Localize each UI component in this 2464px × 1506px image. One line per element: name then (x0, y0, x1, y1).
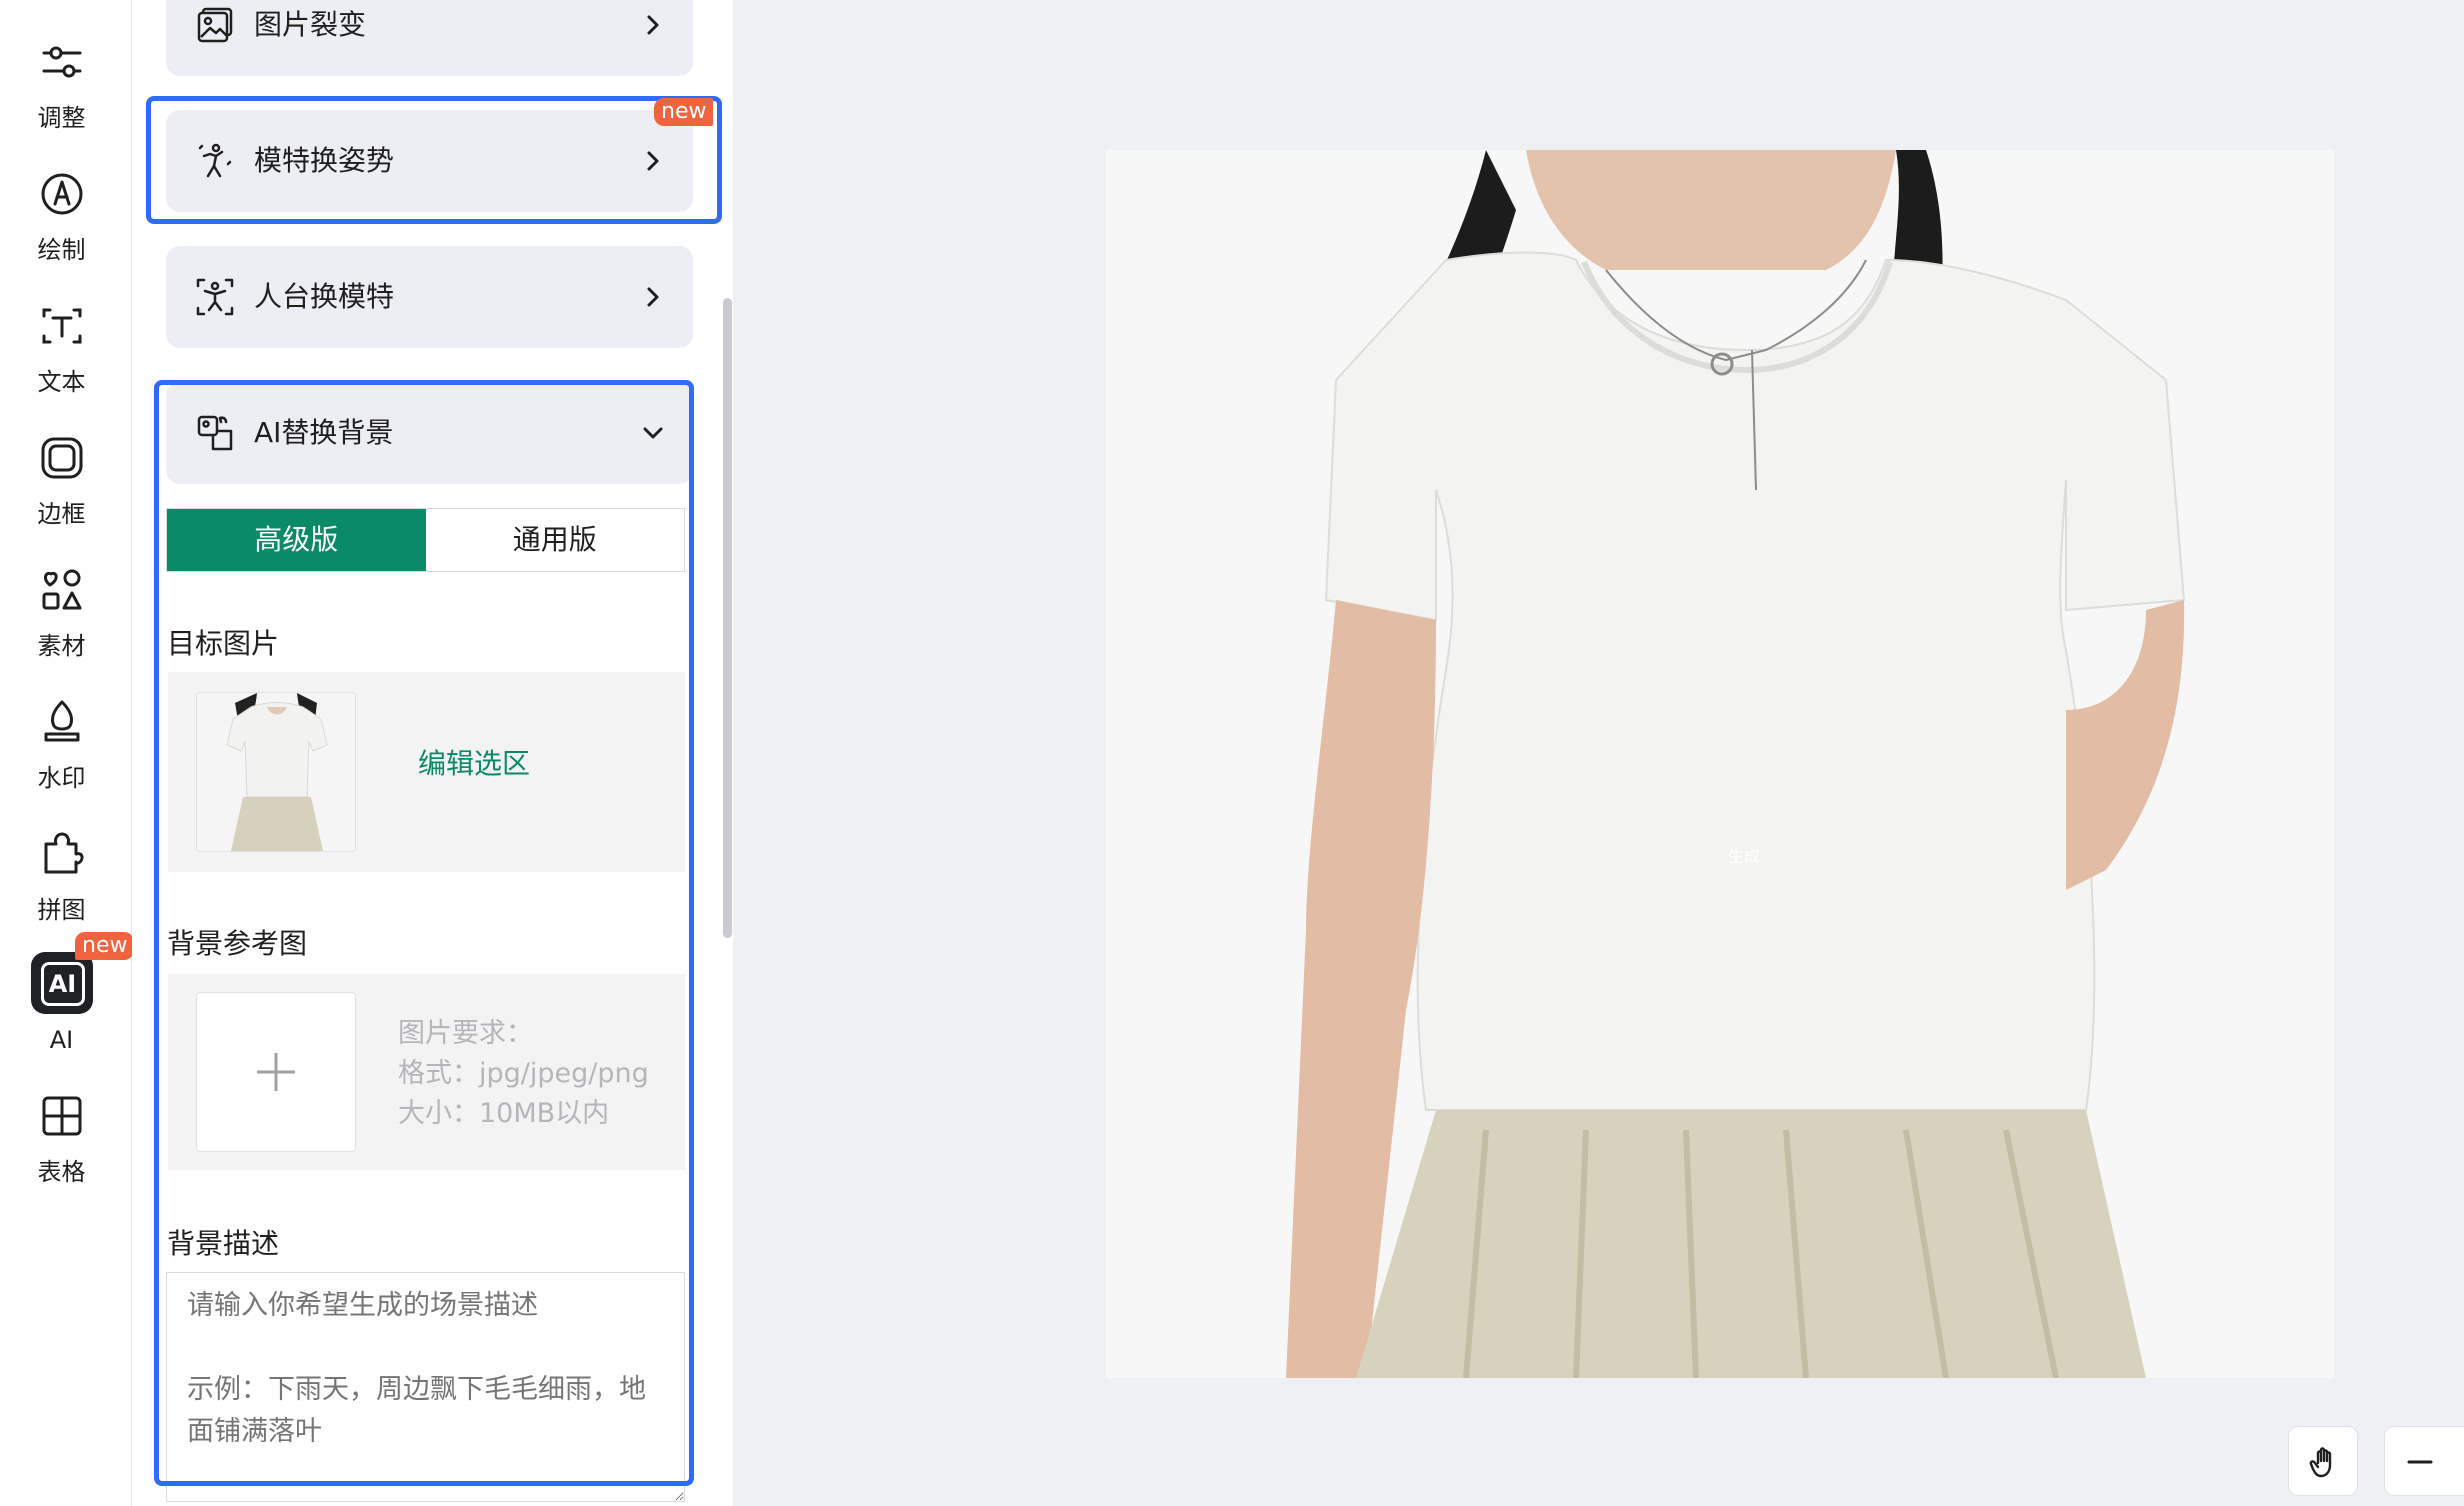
rail-label: 素材 (37, 632, 86, 660)
new-badge: new (654, 98, 714, 126)
card-title: 图片裂变 (254, 8, 367, 41)
zoom-out-button[interactable] (2384, 1426, 2464, 1496)
watermark-text: 生成 (1728, 848, 1760, 866)
new-badge: new (75, 932, 135, 960)
rail-label: 文本 (37, 368, 86, 396)
rail-label: AI (49, 1026, 74, 1054)
draw-icon (36, 168, 88, 220)
rail-item-puzzle[interactable]: 拼图 (0, 828, 123, 925)
watermark-icon (36, 696, 88, 748)
material-icon (36, 564, 88, 616)
chevron-right-icon (639, 11, 667, 39)
tool-rail: 调整 绘制 文本 边框 素材 水印 拼图 AI new AI 表格 (0, 0, 135, 1506)
highlight-frame (154, 380, 694, 1486)
highlight-frame (146, 96, 722, 224)
ai-icon: AI (30, 952, 93, 1014)
ai-icon-label: AI (40, 962, 85, 1006)
rail-label: 拼图 (37, 896, 86, 924)
table-icon (36, 1090, 88, 1142)
rail-item-material[interactable]: 素材 (0, 564, 123, 661)
rail-item-draw[interactable]: 绘制 (0, 168, 123, 265)
rail-label: 表格 (37, 1158, 86, 1186)
pan-hand-button[interactable] (2288, 1426, 2358, 1496)
rail-item-watermark[interactable]: 水印 (0, 696, 123, 793)
rail-item-text[interactable]: 文本 (0, 300, 123, 397)
sliders-icon (36, 36, 88, 88)
card-title: 人台换模特 (254, 280, 395, 313)
puzzle-icon (36, 828, 88, 880)
minus-icon (2407, 1460, 2433, 1464)
card-mannequin-model[interactable]: 人台换模特 (166, 246, 693, 348)
rail-item-adjust[interactable]: 调整 (0, 36, 123, 133)
rail-label: 水印 (37, 764, 86, 792)
border-icon (36, 432, 88, 484)
mannequin-icon (196, 278, 234, 316)
image-icon (196, 6, 234, 44)
rail-item-ai[interactable]: AI new AI (0, 932, 135, 1054)
rail-label: 边框 (37, 500, 86, 528)
rail-label: 绘制 (37, 236, 86, 264)
rail-label: 调整 (37, 104, 86, 132)
model-photo: 生成 (1106, 150, 2334, 1378)
rail-item-table[interactable]: 表格 (0, 1090, 123, 1187)
chevron-right-icon (639, 283, 667, 311)
rail-item-border[interactable]: 边框 (0, 432, 123, 529)
canvas-image[interactable]: 生成 (1106, 150, 2334, 1378)
panel-scrollbar[interactable] (723, 298, 732, 938)
card-image-fission[interactable]: 图片裂变 (166, 0, 693, 76)
text-icon (36, 300, 88, 352)
hand-icon (2309, 1447, 2332, 1478)
